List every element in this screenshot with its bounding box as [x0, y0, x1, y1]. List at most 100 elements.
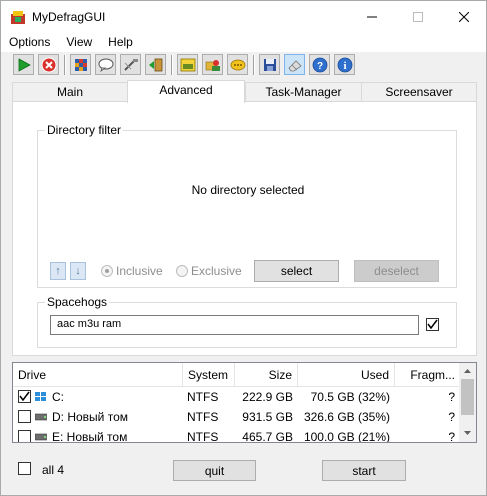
move-down-button[interactable]: ↓	[70, 262, 86, 280]
drive-fragm: ?	[448, 390, 455, 404]
title-bar: MyDefragGUI	[1, 1, 486, 32]
help-icon: ?	[312, 57, 327, 72]
drive-checkbox[interactable]	[18, 410, 31, 423]
arrow-up-icon: ↑	[55, 265, 61, 277]
stop-button[interactable]	[38, 54, 59, 75]
chat-button[interactable]	[227, 54, 248, 75]
speech-bubble-button[interactable]	[95, 54, 116, 75]
tab-main[interactable]: Main	[12, 82, 128, 102]
start-button[interactable]: start	[322, 460, 406, 481]
folders-button[interactable]	[202, 54, 223, 75]
inclusive-label: Inclusive	[116, 264, 163, 278]
column-fragm[interactable]: Fragm...	[395, 363, 461, 387]
drive-size: 931.5 GB	[242, 410, 293, 424]
toolbar-separator	[171, 55, 173, 75]
drive-list-scrollbar[interactable]	[459, 363, 476, 442]
info-button[interactable]: i	[334, 54, 355, 75]
column-used[interactable]: Used	[298, 363, 395, 387]
drive-row[interactable]: E: Новый том NTFS 465.7 GB 100.0 GB (21%…	[13, 427, 461, 443]
tab-advanced[interactable]: Advanced	[127, 80, 245, 103]
drive-list-header: Drive System Size Used Fragm...	[13, 363, 461, 387]
drive-list: Drive System Size Used Fragm... C: NTFS …	[12, 362, 477, 443]
drive-system: NTFS	[187, 430, 219, 443]
save-icon	[263, 58, 276, 71]
scrollbar-track	[461, 369, 474, 435]
door-exit-icon	[148, 58, 162, 71]
inclusive-radio[interactable]: Inclusive	[101, 264, 163, 278]
quit-button[interactable]: quit	[173, 460, 256, 481]
drive-checkbox[interactable]	[18, 430, 31, 442]
advanced-panel: Directory filter No directory selected ↑…	[12, 101, 477, 356]
toolbar: ? i	[1, 52, 486, 80]
directory-status: No directory selected	[191, 183, 305, 197]
column-size[interactable]: Size	[235, 363, 298, 387]
drive-size: 222.9 GB	[242, 390, 293, 404]
run-icon	[18, 57, 31, 72]
close-button[interactable]	[441, 1, 487, 32]
speech-bubble-icon	[98, 58, 113, 72]
hard-drive-icon	[35, 433, 47, 441]
spacehogs-legend: Spacehogs	[45, 295, 110, 309]
grid-button[interactable]	[70, 54, 91, 75]
scroll-down-icon	[464, 431, 471, 435]
checkmark-icon	[427, 319, 438, 330]
menu-view[interactable]: View	[58, 35, 100, 49]
windows-drive-icon	[35, 392, 46, 401]
tab-screensaver[interactable]: Screensaver	[361, 82, 477, 102]
close-icon	[459, 11, 469, 22]
drive-name: E: Новый том	[52, 430, 128, 443]
drive-row[interactable]: C: NTFS 222.9 GB 70.5 GB (32%) ?	[13, 387, 461, 407]
toolbar-separator	[253, 55, 255, 75]
deselect-button[interactable]: deselect	[354, 260, 439, 282]
help-button[interactable]: ?	[309, 54, 330, 75]
stop-icon	[41, 57, 56, 72]
select-button[interactable]: select	[254, 260, 339, 282]
checkmark-icon	[19, 391, 30, 402]
directory-filter-legend: Directory filter	[45, 123, 124, 137]
app-icon	[10, 9, 26, 25]
menu-help[interactable]: Help	[100, 35, 141, 49]
drive-used: 326.6 GB (35%)	[303, 410, 390, 424]
tool-button[interactable]	[120, 54, 141, 75]
svg-text:i: i	[343, 60, 346, 72]
mydefrag-button[interactable]	[177, 54, 198, 75]
drive-used: 70.5 GB (32%)	[310, 390, 390, 404]
maximize-button[interactable]	[395, 1, 441, 32]
radio-checked-icon	[101, 265, 113, 277]
spacehogs-group: Spacehogs aac m3u ram	[37, 295, 457, 348]
scroll-up-icon	[464, 369, 471, 373]
drive-fragm: ?	[448, 410, 455, 424]
column-drive[interactable]: Drive	[13, 363, 183, 387]
menu-bar: Options View Help	[1, 32, 486, 52]
drive-row[interactable]: D: Новый том NTFS 931.5 GB 326.6 GB (35%…	[13, 407, 461, 427]
eraser-button[interactable]	[284, 54, 305, 75]
toolbar-separator	[64, 55, 66, 75]
run-button[interactable]	[13, 54, 34, 75]
tab-task-manager[interactable]: Task-Manager	[245, 82, 362, 102]
spacehogs-input[interactable]: aac m3u ram	[50, 315, 419, 335]
drive-system: NTFS	[187, 390, 219, 404]
chat-icon	[230, 59, 245, 70]
scroll-thumb	[461, 379, 474, 415]
spacehogs-checkbox[interactable]	[426, 318, 439, 331]
tab-strip: Main Advanced Task-Manager Screensaver	[12, 80, 477, 103]
menu-options[interactable]: Options	[1, 35, 58, 49]
select-all-checkbox[interactable]	[18, 462, 31, 475]
grid-icon	[74, 58, 87, 71]
drive-system: NTFS	[187, 410, 219, 424]
move-up-button[interactable]: ↑	[50, 262, 66, 280]
drive-name: D: Новый том	[52, 410, 128, 424]
minimize-button[interactable]	[349, 1, 395, 32]
column-system[interactable]: System	[183, 363, 235, 387]
app-window: MyDefragGUI Options View Help ? i Main A…	[0, 0, 487, 496]
exclusive-radio[interactable]: Exclusive	[176, 264, 242, 278]
exit-button[interactable]	[145, 54, 166, 75]
drive-name: C:	[52, 390, 64, 404]
window-title: MyDefragGUI	[32, 9, 106, 24]
arrow-down-icon: ↓	[75, 265, 81, 277]
hard-drive-icon	[35, 413, 47, 421]
folders-icon	[205, 59, 220, 71]
drive-used: 100.0 GB (21%)	[303, 430, 390, 443]
save-button[interactable]	[259, 54, 280, 75]
drive-checkbox[interactable]	[18, 390, 31, 403]
